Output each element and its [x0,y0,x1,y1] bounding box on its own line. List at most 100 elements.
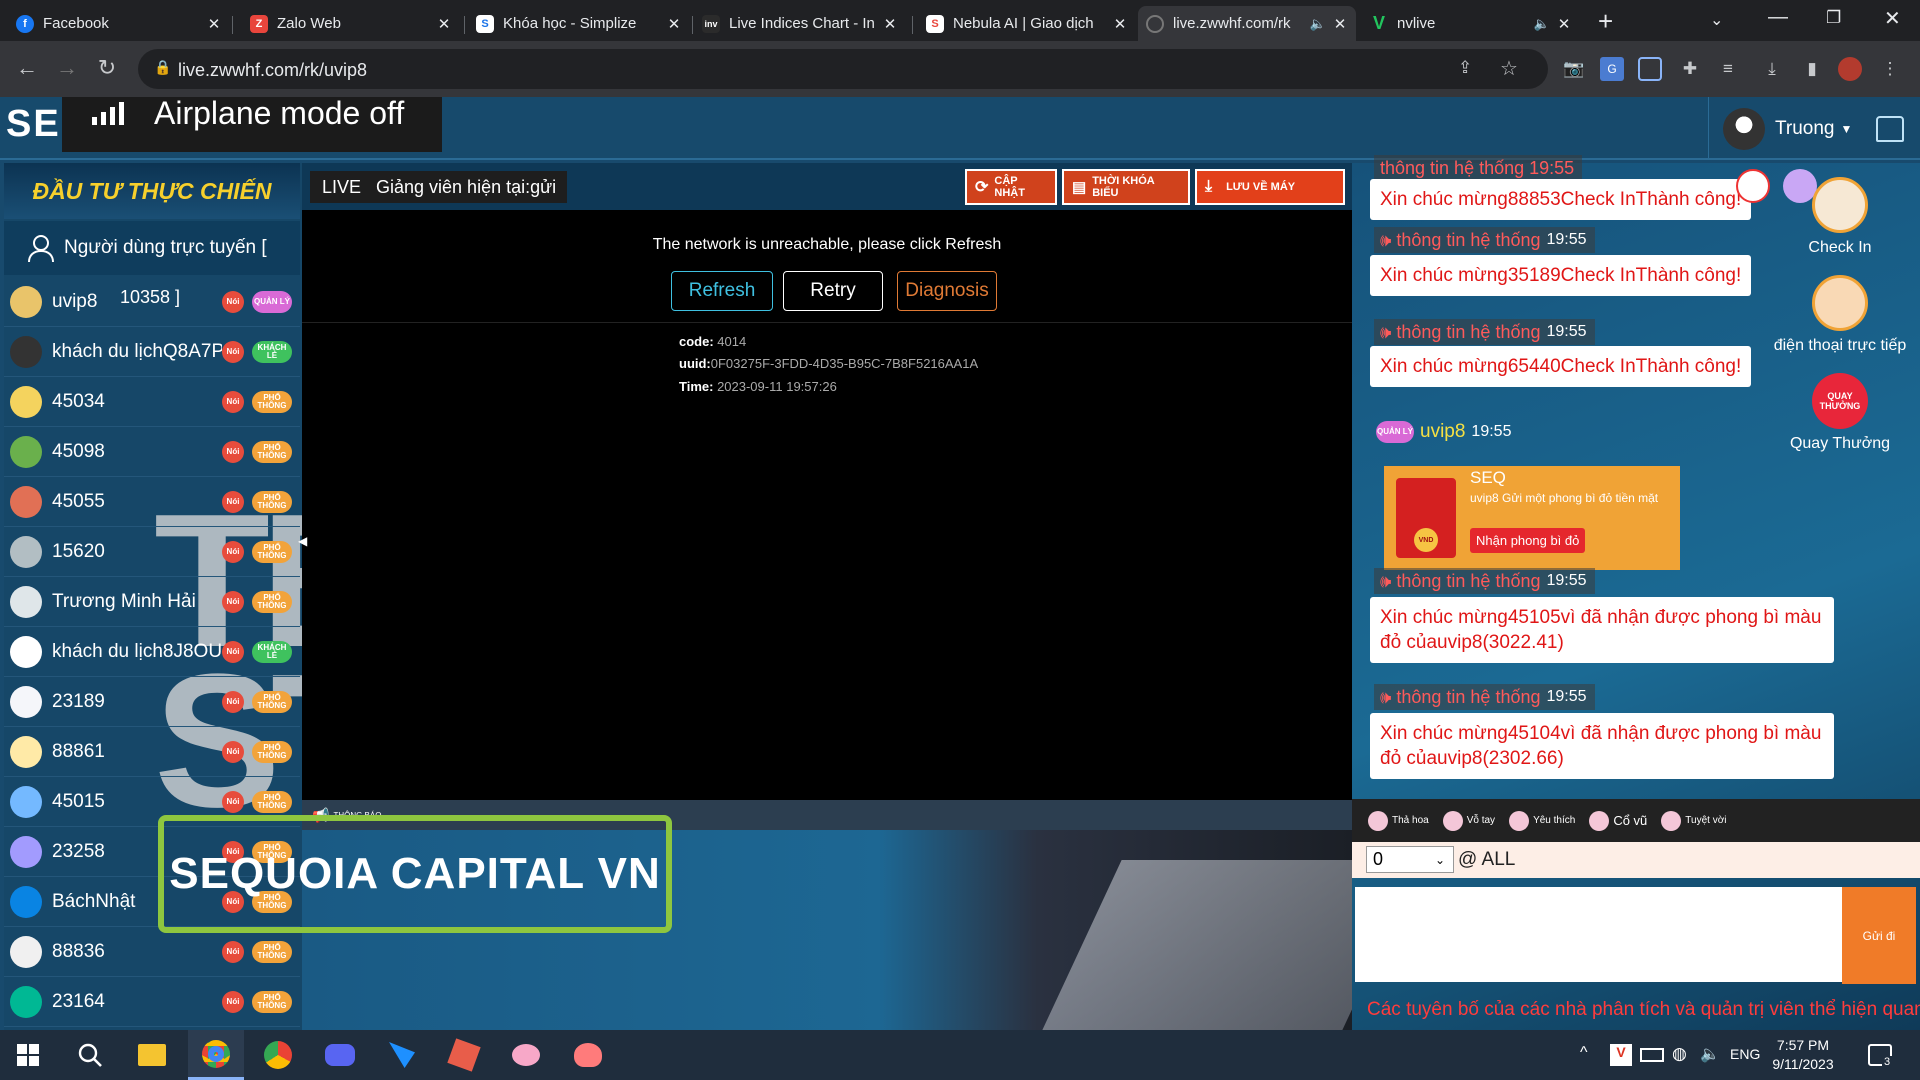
user-list-item[interactable]: 45055 Nói PHỔ THÔNG [4,477,300,527]
update-button[interactable]: ⟳ CẬP NHẬT [965,169,1057,205]
save-to-device-button[interactable]: ⤓ LƯU VỀ MÁY [1195,169,1345,205]
video-player[interactable]: The network is unreachable, please click… [302,210,1352,800]
mention-all[interactable]: @ ALL [1458,846,1515,873]
tab-nebula[interactable]: S Nebula AI | Giao dịch ✕ [918,6,1136,41]
tab-search-icon[interactable]: ⌄ [1710,10,1723,30]
reload-icon[interactable]: ↻ [92,53,122,83]
close-icon[interactable]: ✕ [206,15,222,33]
user-list-item[interactable]: 45098 Nói PHỔ THÔNG [4,427,300,477]
close-icon[interactable]: ✕ [1332,15,1348,33]
close-icon[interactable]: ✕ [436,15,452,33]
camera-icon[interactable]: 📷 [1562,57,1586,81]
share-icon[interactable]: ⇪ [1458,58,1472,78]
close-window-icon[interactable]: ✕ [1884,6,1901,31]
refresh-button[interactable]: Refresh [671,271,773,311]
file-explorer-icon[interactable] [124,1030,180,1080]
recipient-select[interactable]: 0 ⌄ [1366,846,1454,873]
volume-icon[interactable]: 🔈 [1700,1044,1720,1064]
box-icon[interactable] [436,1030,492,1080]
tab-facebook[interactable]: f Facebook ✕ [8,6,230,41]
close-icon[interactable]: ✕ [666,15,682,33]
address-bar[interactable]: 🔒 live.zwwhf.com/rk/uvip8 ⇪ ☆ [138,49,1548,89]
paint-icon[interactable] [498,1030,554,1080]
reaction-love[interactable]: Yêu thích [1509,810,1575,831]
profile-avatar-icon[interactable] [1838,57,1862,81]
red-envelope-card[interactable]: VND SEQ uvip8 Gửi một phong bì đỏ tiền m… [1384,466,1680,570]
lucky-wheel-button[interactable]: QUAY THƯỞNG Quay Thưởng [1760,373,1920,453]
user-list-item[interactable]: 88836 Nói PHỔ THÔNG [4,927,300,977]
tab-zalo[interactable]: Z Zalo Web ✕ [242,6,460,41]
schedule-button[interactable]: ▤ THỜI KHÓA BIỂU [1062,169,1190,205]
user-list-item[interactable]: 15620 Nói PHỔ THÔNG [4,527,300,577]
regular-badge: PHỔ THÔNG [252,740,292,763]
restore-icon[interactable]: ❐ [1826,8,1841,28]
flower-icon [1368,810,1388,831]
user-list-item[interactable]: 23189 Nói PHỔ THÔNG [4,677,300,727]
vpn-icon[interactable]: V [1610,1044,1632,1066]
translate-icon[interactable]: G [1600,57,1624,81]
globe-icon[interactable]: ◍ [1672,1044,1687,1064]
user-list-item[interactable]: 45034 Nói PHỔ THÔNG [4,377,300,427]
notification-icon[interactable]: 3 [1868,1044,1893,1068]
user-list-item[interactable]: khách du lịch8J8OU Nói KHÁCH LẺ [4,627,300,677]
error-code: code: 4014 [679,334,747,349]
tab-live-zwwhf[interactable]: live.zwwhf.com/rk 🔈 ✕ [1138,6,1356,41]
clap-icon [1442,810,1463,831]
user-list-item[interactable]: Trương Minh Hải Nói PHỔ THÔNG [4,577,300,627]
chrome-icon[interactable] [250,1030,306,1080]
new-tab-icon[interactable]: + [1598,6,1613,37]
tab-investing[interactable]: inv Live Indices Chart - In ✕ [694,6,906,41]
collapse-panel-icon[interactable]: ◀ [298,534,307,548]
windows-start-icon[interactable] [0,1030,56,1080]
message-input[interactable] [1355,887,1842,982]
chrome-icon[interactable] [188,1030,244,1080]
receive-envelope-button[interactable]: Nhận phong bì đỏ [1470,528,1586,553]
speak-badge: Nói [222,340,244,363]
user-list-item[interactable]: 23164 Nói PHỔ THÔNG [4,977,300,1027]
side-panel-icon[interactable]: ▮ [1800,57,1824,81]
retry-button[interactable]: Retry [783,271,883,311]
reaction-flower[interactable]: Thả hoa [1368,810,1429,831]
close-icon[interactable]: ✕ [1556,15,1572,33]
user-menu[interactable]: Truong ▼ [1708,97,1905,160]
tray-overflow-icon[interactable]: ^ [1580,1044,1588,1062]
thumbs-icon [1661,810,1682,831]
search-icon[interactable] [62,1030,118,1080]
reaction-great[interactable]: Tuyệt vời [1661,810,1727,831]
system-clock[interactable]: 7:57 PM 9/11/2023 [1768,1036,1838,1074]
heart-icon [1509,810,1530,831]
speaker-icon[interactable]: 🔈 [1534,16,1550,32]
download-icon[interactable]: ⤓ [1760,57,1784,81]
diagnosis-button[interactable]: Diagnosis [897,271,997,311]
bookmark-star-icon[interactable]: ☆ [1500,56,1518,81]
shirt-icon[interactable] [1876,115,1905,142]
user-list-item[interactable]: khách du lịchQ8A7PI Nói KHÁCH LẺ [4,327,300,377]
tab-nvlive[interactable]: V nvlive 🔈 ✕ [1362,6,1580,41]
user-list-item[interactable]: 88861 Nói PHỔ THÔNG [4,727,300,777]
forward-icon[interactable]: → [52,53,82,83]
tab-simplize[interactable]: S Khóa học - Simplize ✕ [468,6,690,41]
app-icon[interactable] [374,1030,430,1080]
extensions-puzzle-icon[interactable]: ✚ [1678,57,1702,81]
reaction-cheer[interactable]: Cổ vũ [1589,810,1647,831]
packet-sender: QUẢN LÝ uvip8 19:55 [1376,421,1512,443]
discord-icon[interactable] [312,1030,368,1080]
menu-kebab-icon[interactable]: ⋮ [1878,57,1902,81]
check-in-button[interactable]: Check In [1760,177,1920,257]
speaker-icon[interactable]: 🔈 [1310,16,1326,32]
phone-direct-button[interactable]: điện thoại trực tiếp [1760,275,1920,355]
close-icon[interactable]: ✕ [1112,15,1128,33]
investing-icon: inv [702,14,720,33]
language-indicator[interactable]: ENG [1730,1046,1760,1062]
back-icon[interactable]: ← [12,53,42,83]
app2-icon[interactable] [560,1030,616,1080]
extension-screen-icon[interactable] [1638,57,1662,81]
simplize-icon: S [476,14,494,33]
send-button[interactable]: Gửi đi [1842,887,1916,984]
reaction-clap[interactable]: Vỗ tay [1442,810,1495,831]
battery-icon[interactable] [1640,1048,1664,1062]
minimize-icon[interactable]: — [1768,6,1788,29]
media-queue-icon[interactable]: ≡ [1716,57,1740,81]
speak-badge: Nói [222,740,244,763]
close-icon[interactable]: ✕ [882,15,898,33]
